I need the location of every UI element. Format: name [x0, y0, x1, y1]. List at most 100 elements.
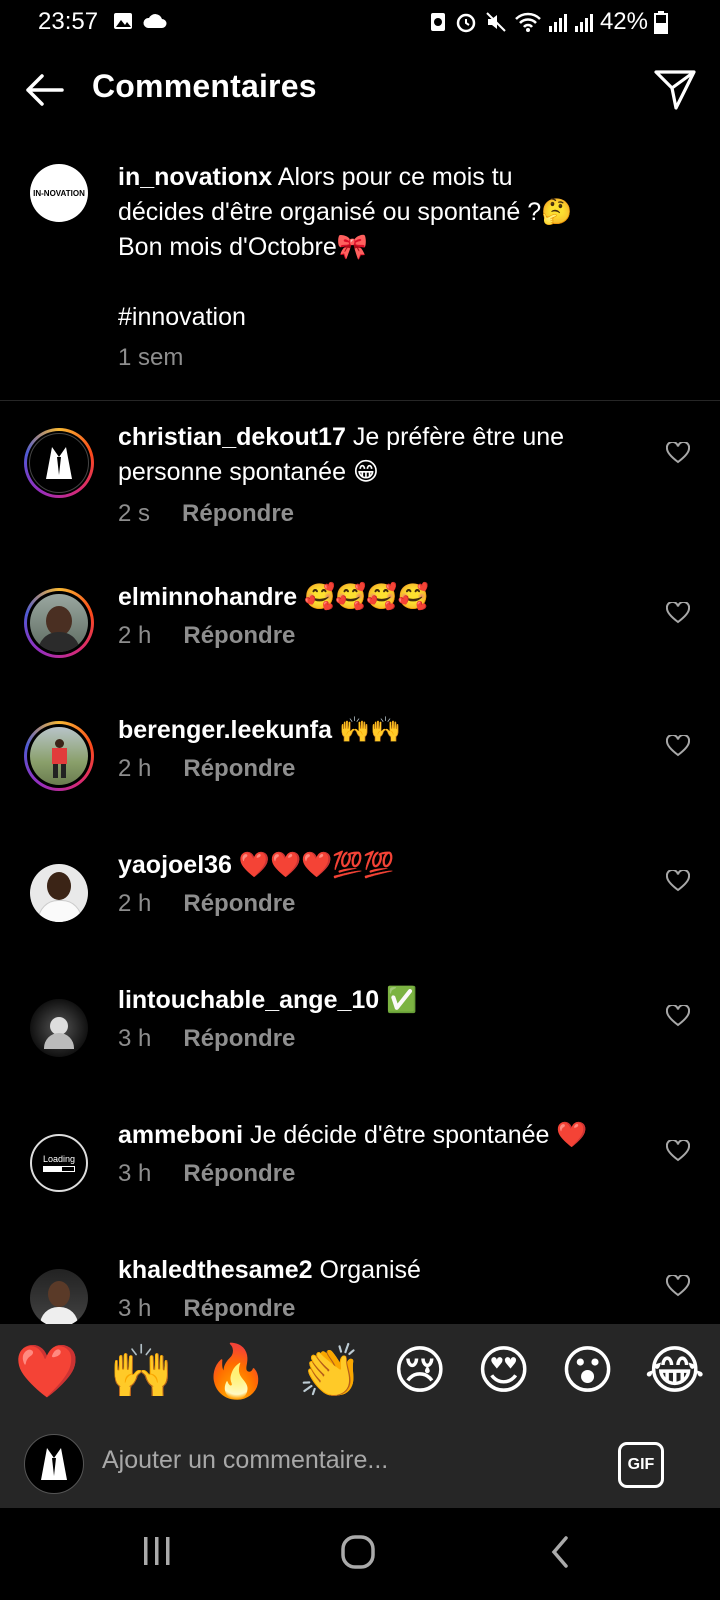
comment-text: elminnohandre 🥰🥰🥰🥰	[118, 580, 638, 615]
header: Commentaires	[0, 46, 720, 134]
alarm-icon	[456, 13, 476, 33]
home-icon[interactable]	[340, 1534, 376, 1570]
caption-hashtag[interactable]: #innovation	[118, 303, 246, 331]
reply-button[interactable]: Répondre	[183, 890, 295, 918]
like-heart-icon[interactable]	[666, 870, 690, 892]
comment-time: 3 h	[118, 1295, 152, 1322]
avatar	[30, 594, 88, 652]
nav-back-icon[interactable]	[548, 1534, 572, 1570]
emoji-heart-eyes-button[interactable]: 😍	[477, 1341, 531, 1401]
comment-time: 3 h	[118, 1025, 152, 1052]
status-left-icons	[112, 10, 168, 32]
emoji-clap-button[interactable]: 👏	[298, 1341, 363, 1402]
avatar[interactable]	[30, 864, 88, 922]
avatar-logo-text: IN-NOVATION	[33, 188, 85, 198]
comment-item: berenger.leekunfa 🙌🙌 2 h Répondre	[0, 713, 720, 823]
story-ring-avatar[interactable]	[24, 721, 94, 791]
emoji-heart-button[interactable]: ❤️	[15, 1341, 80, 1402]
comment-time: 2 h	[118, 622, 152, 649]
story-ring-avatar[interactable]	[24, 588, 94, 658]
comment-body-2: personne spontanée 😁	[118, 458, 379, 486]
like-heart-icon[interactable]	[666, 735, 690, 757]
like-heart-icon[interactable]	[666, 442, 690, 464]
emoji-crying-button[interactable]: 😢	[393, 1341, 447, 1401]
comment-item: lintouchable_ange_10 ✅ 3 h Répondre	[0, 983, 720, 1093]
avatar[interactable]	[30, 999, 88, 1057]
comment-body: ❤️❤️❤️💯💯	[238, 851, 395, 879]
comment-time: 2 h	[118, 890, 152, 917]
reply-button[interactable]: Répondre	[183, 1025, 295, 1053]
comment-time: 3 h	[118, 1160, 152, 1187]
status-right-icons: 42%	[428, 8, 668, 36]
emoji-raised-hands-button[interactable]: 🙌	[109, 1341, 174, 1402]
quick-emoji-bar: ❤️ 🙌 🔥 👏 😢 😍 😮 😂	[0, 1324, 720, 1418]
comment-time: 2 h	[118, 755, 152, 782]
comment-text: yaojoel36 ❤️❤️❤️💯💯	[118, 848, 638, 883]
like-heart-icon[interactable]	[666, 602, 690, 624]
avatar[interactable]	[30, 1269, 88, 1324]
battery-percent: 42%	[599, 8, 648, 35]
comment-input[interactable]: Ajouter un commentaire...	[102, 1446, 388, 1475]
comment-meta: 2 h Répondre	[118, 622, 295, 650]
emoji-fire-button[interactable]: 🔥	[204, 1341, 269, 1402]
comment-username[interactable]: yaojoel36	[118, 851, 232, 879]
wifi-icon	[515, 12, 541, 32]
comment-username[interactable]: berenger.leekunfa	[118, 716, 332, 744]
comment-meta: 3 h Répondre	[118, 1160, 295, 1188]
comment-meta: 2 h Répondre	[118, 755, 295, 783]
caption-username[interactable]: in_novationx	[118, 163, 272, 191]
emoji-surprised-button[interactable]: 😮	[560, 1341, 614, 1401]
emoji-laughing-button[interactable]: 😂	[644, 1341, 705, 1401]
comment-username[interactable]: christian_dekout17	[118, 423, 346, 451]
avatar[interactable]: Loading	[30, 1134, 88, 1192]
caption-line-2: décides d'être organisé ou spontané ?🤔	[118, 198, 573, 226]
comment-item: elminnohandre 🥰🥰🥰🥰 2 h Répondre	[0, 580, 720, 690]
comment-item: christian_dekout17 Je préfère être une p…	[0, 420, 720, 530]
reply-button[interactable]: Répondre	[183, 755, 295, 783]
reply-button[interactable]: Répondre	[183, 1295, 295, 1323]
like-heart-icon[interactable]	[666, 1140, 690, 1162]
share-send-icon[interactable]	[652, 66, 698, 112]
signal-icon	[548, 14, 567, 32]
comment-text: christian_dekout17 Je préfère être une p…	[118, 420, 638, 490]
suit-logo-icon	[41, 1448, 67, 1480]
mute-icon	[486, 12, 506, 32]
reply-button[interactable]: Répondre	[183, 1160, 295, 1188]
comment-time: 2 s	[118, 500, 151, 527]
like-heart-icon[interactable]	[666, 1275, 690, 1297]
caption-time: 1 sem	[118, 344, 184, 371]
comment-text: ammeboni Je décide d'être spontanée ❤️	[118, 1118, 638, 1153]
comment-item: khaledthesame2 Organisé 3 h Répondre	[0, 1253, 720, 1324]
post-caption: IN-NOVATION in_novationx Alors pour ce m…	[0, 150, 720, 401]
gif-button[interactable]: GIF	[618, 1442, 664, 1488]
comment-username[interactable]: lintouchable_ange_10	[118, 986, 379, 1014]
status-bar: 23:57 42%	[0, 0, 720, 46]
recent-apps-icon[interactable]	[140, 1534, 174, 1568]
comment-item: yaojoel36 ❤️❤️❤️💯💯 2 h Répondre	[0, 848, 720, 958]
comment-body: Je préfère être une	[352, 423, 565, 451]
comment-body: Je décide d'être spontanée ❤️	[249, 1121, 588, 1149]
comment-body: 🙌🙌	[338, 716, 402, 744]
avatar	[29, 433, 89, 493]
comment-username[interactable]: elminnohandre	[118, 583, 297, 611]
my-avatar	[24, 1434, 84, 1494]
reply-button[interactable]: Répondre	[183, 622, 295, 650]
gallery-icon	[114, 13, 132, 29]
comment-body: 🥰🥰🥰🥰	[304, 583, 429, 611]
status-time: 23:57	[38, 8, 99, 35]
like-heart-icon[interactable]	[666, 1005, 690, 1027]
comment-body: Organisé	[319, 1256, 421, 1284]
system-nav-bar	[0, 1508, 720, 1600]
caption-line-3: Bon mois d'Octobre🎀	[118, 233, 368, 261]
comment-text: berenger.leekunfa 🙌🙌	[118, 713, 638, 748]
back-arrow-icon[interactable]	[22, 68, 66, 112]
signal-icon-2	[574, 14, 593, 32]
story-ring-avatar[interactable]	[24, 428, 94, 498]
cloud-icon	[143, 14, 167, 28]
caption-text: in_novationx Alors pour ce mois tu décid…	[118, 160, 638, 335]
comment-username[interactable]: khaledthesame2	[118, 1256, 313, 1284]
reply-button[interactable]: Répondre	[182, 500, 294, 528]
comment-username[interactable]: ammeboni	[118, 1121, 243, 1149]
comment-item: Loading ammeboni Je décide d'être sponta…	[0, 1118, 720, 1228]
caption-avatar[interactable]: IN-NOVATION	[30, 164, 88, 222]
